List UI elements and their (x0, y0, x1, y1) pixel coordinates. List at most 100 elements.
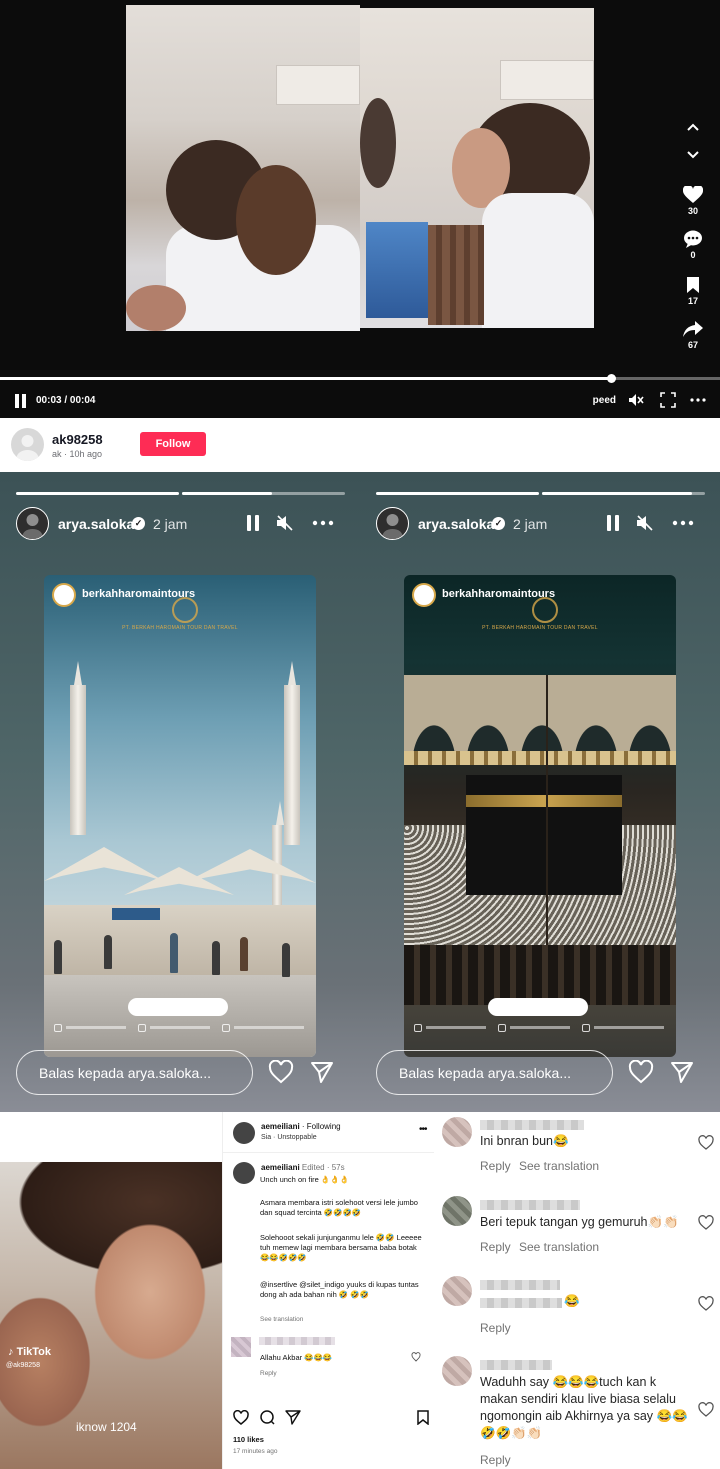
heart-icon[interactable] (233, 1410, 249, 1425)
heart-icon[interactable] (698, 1296, 714, 1311)
minaret (284, 685, 300, 845)
mute-icon[interactable] (628, 392, 644, 408)
like-button[interactable]: 30 (678, 184, 708, 216)
reply-link[interactable]: Reply (480, 1159, 511, 1173)
pause-icon[interactable] (604, 514, 622, 532)
send-icon[interactable] (670, 1060, 694, 1084)
video-frame-left (126, 5, 360, 331)
story-reply-input[interactable]: Balas kepada arya.saloka... (16, 1050, 253, 1095)
chevron-up-icon (687, 123, 699, 131)
speed-button[interactable]: Speed (593, 395, 616, 406)
chevron-down-icon (687, 151, 699, 159)
heart-icon[interactable] (698, 1135, 714, 1150)
more-icon[interactable] (672, 514, 694, 532)
story-username[interactable]: arya.saloka (418, 516, 494, 532)
heart-icon[interactable] (628, 1060, 654, 1084)
blurred-avatar (442, 1117, 472, 1147)
minaret (70, 685, 86, 835)
mute-icon[interactable] (636, 514, 654, 532)
send-icon[interactable] (310, 1060, 334, 1084)
bookmark-icon[interactable] (417, 1410, 429, 1425)
story-media-card[interactable]: berkahharomaintours PT. BERKAH HAROMAIN … (404, 575, 676, 1057)
avatar[interactable] (233, 1162, 255, 1184)
more-icon[interactable] (690, 392, 706, 408)
watermark-logo (172, 597, 198, 623)
partner-logos (488, 998, 588, 1016)
story-media-card[interactable]: berkahharomaintours PT. BERKAH HAROMAIN … (44, 575, 316, 1057)
author-username[interactable]: ak98258 (52, 432, 103, 447)
avatar[interactable] (16, 507, 49, 540)
video-controls: 00:03 / 00:04 Speed (0, 382, 720, 418)
up-button[interactable] (678, 122, 708, 134)
pause-icon[interactable] (15, 394, 27, 408)
brand-logo (52, 583, 76, 607)
reply-link[interactable]: Reply (480, 1240, 511, 1254)
blurred-username (480, 1360, 552, 1370)
reply-link[interactable]: Reply (480, 1321, 511, 1335)
reply-link[interactable]: Reply (260, 1370, 277, 1377)
down-button[interactable] (678, 150, 708, 162)
video-time: 00:03 / 00:04 (36, 395, 96, 406)
comment-icon[interactable] (259, 1410, 275, 1425)
see-translation-link[interactable]: See translation (519, 1159, 599, 1173)
story-reply-input[interactable]: Balas kepada arya.saloka... (376, 1050, 613, 1095)
pilgrim (54, 940, 62, 974)
avatar[interactable] (376, 507, 409, 540)
post-author[interactable]: aemeiliani · Following (261, 1122, 341, 1131)
window (366, 222, 428, 318)
heart-icon[interactable] (268, 1060, 294, 1084)
reply-placeholder: Balas kepada arya.saloka... (399, 1065, 571, 1081)
bookmark-icon (687, 277, 699, 293)
caption-line: Solehooot sekali junjunganmu lele 🤣🤣 Lee… (260, 1233, 422, 1262)
save-button[interactable]: 17 (678, 276, 708, 306)
instagram-stories: arya.saloka ✓ 2 jam berkahharomaintours … (0, 472, 720, 1112)
send-icon[interactable] (285, 1410, 301, 1425)
default-avatar-icon (16, 435, 39, 461)
pilgrim (170, 933, 178, 973)
tiktok-video-player[interactable]: 30 0 17 67 00:03 / 00:04 Speed (0, 0, 720, 418)
courtyard (44, 975, 316, 1057)
kaaba (466, 775, 622, 895)
white-shirt (482, 193, 594, 328)
lamp-row (404, 751, 676, 765)
brand-logo (412, 583, 436, 607)
caption-line: Asmara membara istri solehoot versi lele… (260, 1198, 418, 1217)
heart-icon[interactable] (411, 1352, 421, 1362)
heart-icon[interactable] (698, 1402, 714, 1417)
caption-line: @insertlive @silet_indigo yuuks di kupas… (260, 1280, 419, 1299)
pilgrim (240, 937, 248, 971)
heart-icon[interactable] (698, 1215, 714, 1230)
share-button[interactable]: 67 (678, 320, 708, 350)
reply-link[interactable]: Reply (480, 1453, 511, 1467)
pause-icon[interactable] (244, 514, 262, 532)
mute-icon[interactable] (276, 514, 294, 532)
like-count[interactable]: 110 likes (233, 1435, 264, 1444)
avatar[interactable] (11, 428, 44, 461)
video-progress-bar[interactable] (0, 374, 720, 383)
man-head (360, 98, 396, 188)
railing (404, 945, 676, 1005)
comment-text: Beri tepuk tangan yg gemuruh👏🏻👏🏻 (480, 1215, 679, 1229)
pole (546, 675, 548, 975)
blurred-username (480, 1200, 580, 1210)
comment-text: Waduhh say 😂😂😂tuch kan k makan sendiri k… (480, 1375, 688, 1440)
fullscreen-icon[interactable] (660, 392, 676, 408)
sign-board (112, 908, 160, 920)
follow-button[interactable]: Follow (140, 432, 206, 456)
comment-count: 0 (690, 250, 696, 260)
comments-panel: Ini bnran bun😂 Reply See translation Ber… (434, 1112, 720, 1469)
avatar[interactable] (233, 1122, 255, 1144)
divider (223, 1152, 435, 1153)
caption-author: aemeiliani Edited · 57s (261, 1163, 345, 1172)
comment-text: Allahu Akbar 😂😂😂 (260, 1353, 333, 1362)
story-username[interactable]: arya.saloka (58, 516, 134, 532)
comment-button[interactable]: 0 (678, 230, 708, 260)
post-audio[interactable]: Sia · Unstoppable (261, 1134, 317, 1141)
see-translation-link[interactable]: See translation (519, 1240, 599, 1254)
reply-placeholder: Balas kepada arya.saloka... (39, 1065, 211, 1081)
more-icon[interactable] (312, 514, 334, 532)
see-translation-link[interactable]: See translation (260, 1316, 303, 1323)
more-icon[interactable]: ••• (419, 1124, 427, 1135)
author-subtitle: ak · 10h ago (52, 449, 103, 459)
air-conditioner (500, 60, 594, 100)
